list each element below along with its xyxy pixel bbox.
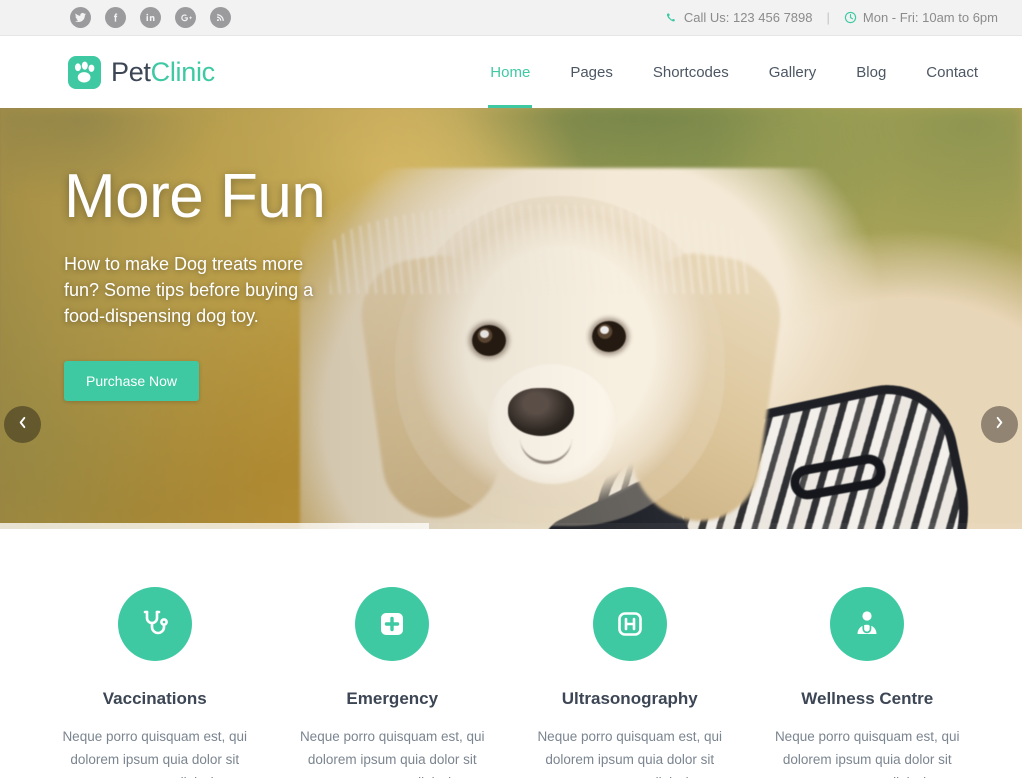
nav-item-contact[interactable]: Contact [906, 36, 998, 108]
purchase-now-button[interactable]: Purchase Now [64, 361, 200, 402]
logo[interactable]: PetClinic [68, 55, 215, 89]
hero-slider: More Fun How to make Dog treats more fun… [0, 108, 1022, 529]
hospital-h-icon [592, 587, 667, 661]
linkedin-icon[interactable] [140, 7, 161, 28]
hero-caption: More Fun How to make Dog treats more fun… [64, 162, 484, 402]
service-description: Neque porro quisquam est, qui dolorem ip… [62, 729, 248, 778]
logo-text-clinic: Clinic [150, 56, 216, 87]
service-title: Wellness Centre [801, 689, 934, 708]
contact-info: Call Us: 123 456 7898 | Mon - Fri: 10am … [665, 10, 998, 25]
phone-info: Call Us: 123 456 7898 [665, 10, 813, 25]
slider-prev-button[interactable] [4, 406, 41, 443]
site-header: PetClinic Home Pages Shortcodes Gallery … [0, 36, 1022, 108]
nav-item-pages[interactable]: Pages [550, 36, 633, 108]
chevron-right-icon [994, 416, 1005, 434]
googleplus-icon[interactable] [175, 7, 196, 28]
service-card-ultrasonography[interactable]: Ultrasonography Neque porro quisquam est… [511, 587, 749, 778]
phone-text: Call Us: 123 456 7898 [683, 10, 813, 25]
slider-progress-bar [0, 523, 430, 529]
top-bar: Call Us: 123 456 7898 | Mon - Fri: 10am … [0, 0, 1022, 36]
service-title: Vaccinations [102, 689, 207, 708]
hours-text: Mon - Fri: 10am to 6pm [862, 10, 998, 25]
service-description: Neque porro quisquam est, qui dolorem ip… [537, 729, 723, 778]
service-title: Emergency [346, 689, 439, 708]
logo-text: PetClinic [111, 57, 215, 88]
first-aid-plus-icon [355, 587, 430, 661]
service-title: Ultrasonography [561, 689, 698, 708]
hours-info: Mon - Fri: 10am to 6pm [844, 10, 998, 25]
main-navigation: Home Pages Shortcodes Gallery Blog Conta… [470, 36, 998, 108]
service-card-vaccinations[interactable]: Vaccinations Neque porro quisquam est, q… [36, 587, 274, 778]
clock-icon [844, 11, 857, 24]
service-card-emergency[interactable]: Emergency Neque porro quisquam est, qui … [274, 587, 512, 778]
facebook-icon[interactable] [105, 7, 126, 28]
hero-title: More Fun [64, 162, 326, 231]
nav-item-blog[interactable]: Blog [836, 36, 906, 108]
nav-item-shortcodes[interactable]: Shortcodes [633, 36, 749, 108]
doctor-icon [830, 587, 905, 661]
topbar-separator: | [826, 10, 830, 25]
twitter-icon[interactable] [70, 7, 91, 28]
slider-next-button[interactable] [981, 406, 1018, 443]
services-section: Vaccinations Neque porro quisquam est, q… [0, 529, 1022, 778]
hero-description: How to make Dog treats more fun? Some ti… [64, 254, 314, 327]
paw-icon [68, 55, 101, 89]
rss-icon[interactable] [210, 7, 231, 28]
phone-icon [665, 11, 678, 24]
social-links [70, 7, 231, 28]
service-description: Neque porro quisquam est, qui dolorem ip… [774, 729, 960, 778]
chevron-left-icon [17, 416, 28, 434]
service-description: Neque porro quisquam est, qui dolorem ip… [299, 729, 485, 778]
service-card-wellness-centre[interactable]: Wellness Centre Neque porro quisquam est… [749, 587, 987, 778]
nav-item-gallery[interactable]: Gallery [749, 36, 837, 108]
stethoscope-icon [117, 587, 192, 661]
nav-item-home[interactable]: Home [470, 36, 550, 108]
logo-text-pet: Pet [111, 56, 151, 87]
slider-progress-track [0, 523, 1022, 529]
